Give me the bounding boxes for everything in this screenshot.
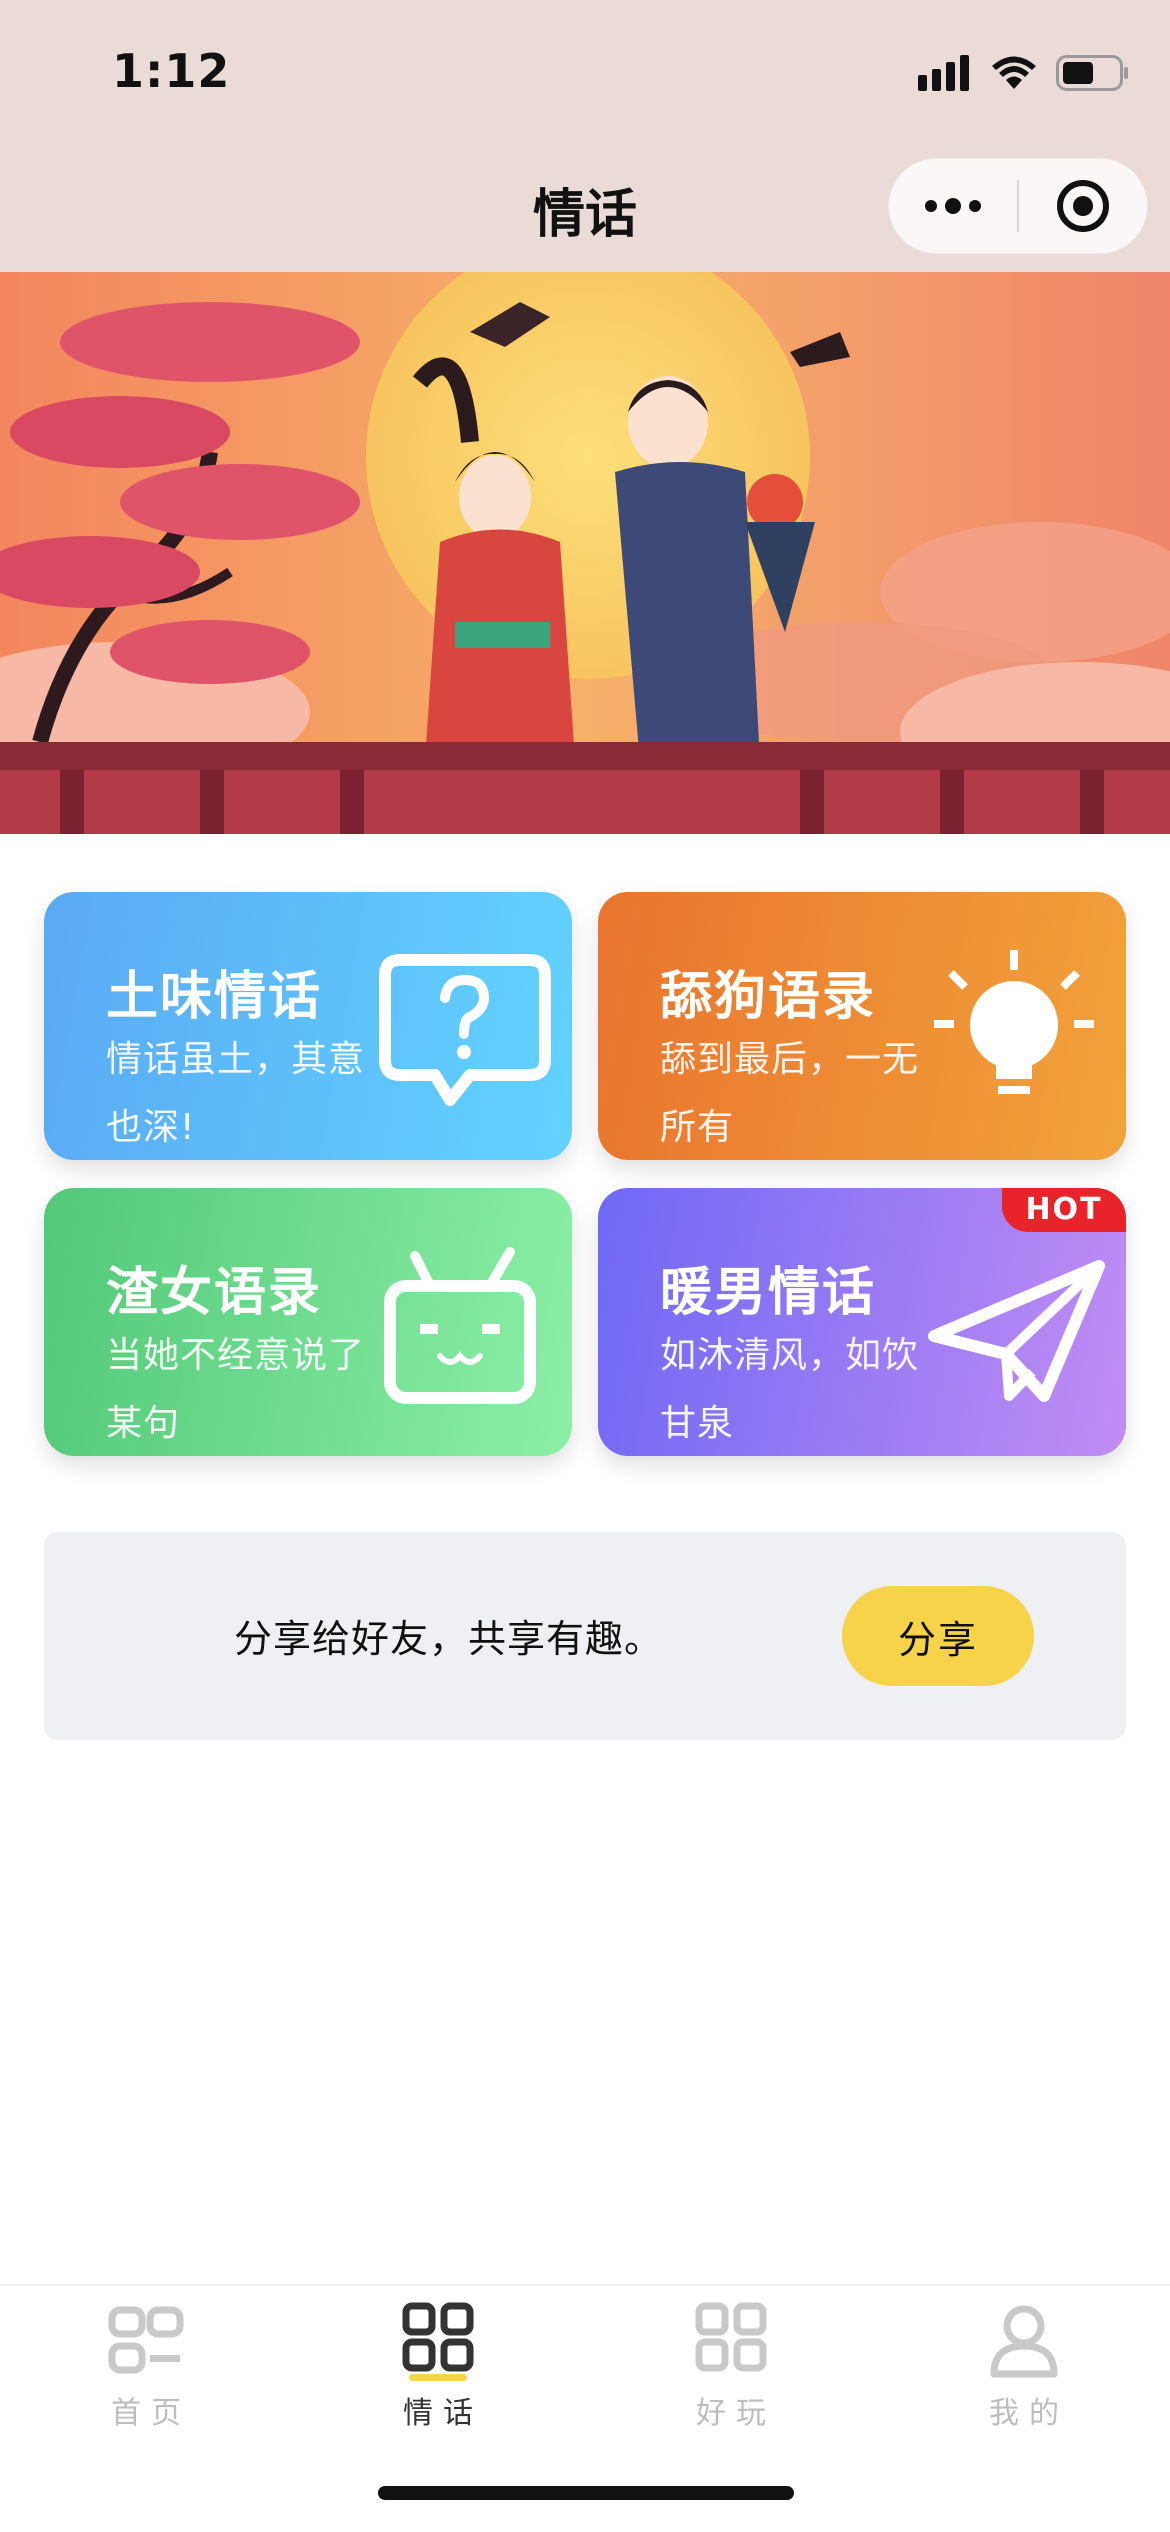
tab-label: 我的 <box>989 2396 1069 2431</box>
banner-illustration <box>0 272 1170 834</box>
lightbulb-icon <box>934 950 1094 1094</box>
cellular-icon <box>918 55 969 91</box>
card-zhanv-yulu[interactable]: 渣女语录 当她不经意说了某句 <box>44 1188 572 1456</box>
status-icons <box>918 50 1130 96</box>
card-description: 舔到最后，一无所有 <box>660 1039 920 1148</box>
tab-qinghua[interactable]: 情话 <box>292 2300 584 2440</box>
tab-haowan[interactable]: 好玩 <box>585 2300 877 2440</box>
home-indicator[interactable] <box>378 2486 794 2500</box>
user-icon <box>990 2305 1058 2378</box>
card-tiangou-yulu[interactable]: 舔狗语录 舔到最后，一无所有 <box>598 892 1126 1160</box>
grid-icon <box>402 2302 474 2372</box>
banner-image[interactable] <box>0 272 1170 834</box>
top-bar: 1:12 情话 <box>0 0 1170 272</box>
home-link-icon <box>108 2306 184 2374</box>
share-panel: 分享给好友，共享有趣。 分享 <box>44 1532 1126 1740</box>
card-description: 情话虽土，其意也深! <box>106 1039 366 1148</box>
card-tuwei-qinghua[interactable]: 土味情话 情话虽土，其意也深! <box>44 892 572 1160</box>
status-time: 1:12 <box>112 44 231 98</box>
card-description: 如沐清风，如饮甘泉 <box>660 1335 920 1444</box>
card-title: 渣女语录 <box>106 1263 323 1323</box>
card-title: 舔狗语录 <box>660 967 877 1027</box>
question-bubble-icon <box>379 954 551 1106</box>
card-title: 暖男情话 <box>660 1263 877 1323</box>
more-button[interactable] <box>889 158 1017 254</box>
wifi-icon <box>992 56 1036 89</box>
hot-badge: HOT <box>1002 1188 1126 1232</box>
tab-label: 好玩 <box>696 2396 776 2431</box>
tab-mine[interactable]: 我的 <box>878 2300 1170 2440</box>
card-nuannan-qinghua[interactable]: HOT 暖男情话 如沐清风，如饮甘泉 <box>598 1188 1126 1456</box>
close-button[interactable] <box>1019 158 1147 254</box>
tv-face-icon <box>384 1247 536 1404</box>
card-description: 当她不经意说了某句 <box>106 1335 366 1444</box>
close-target-icon <box>1056 180 1109 232</box>
battery-icon <box>1056 55 1128 91</box>
share-button[interactable]: 分享 <box>842 1586 1034 1686</box>
tab-label: 首页 <box>111 2396 191 2431</box>
grid-icon <box>695 2302 767 2372</box>
tab-label: 情话 <box>403 2396 483 2431</box>
paper-plane-icon <box>928 1260 1105 1402</box>
share-text: 分享给好友，共享有趣。 <box>234 1617 664 1661</box>
active-tab-indicator <box>409 2374 467 2381</box>
card-title: 土味情话 <box>106 967 323 1027</box>
tab-home[interactable]: 首页 <box>0 2300 292 2440</box>
more-icon <box>925 198 981 214</box>
mini-program-capsule <box>888 158 1148 254</box>
